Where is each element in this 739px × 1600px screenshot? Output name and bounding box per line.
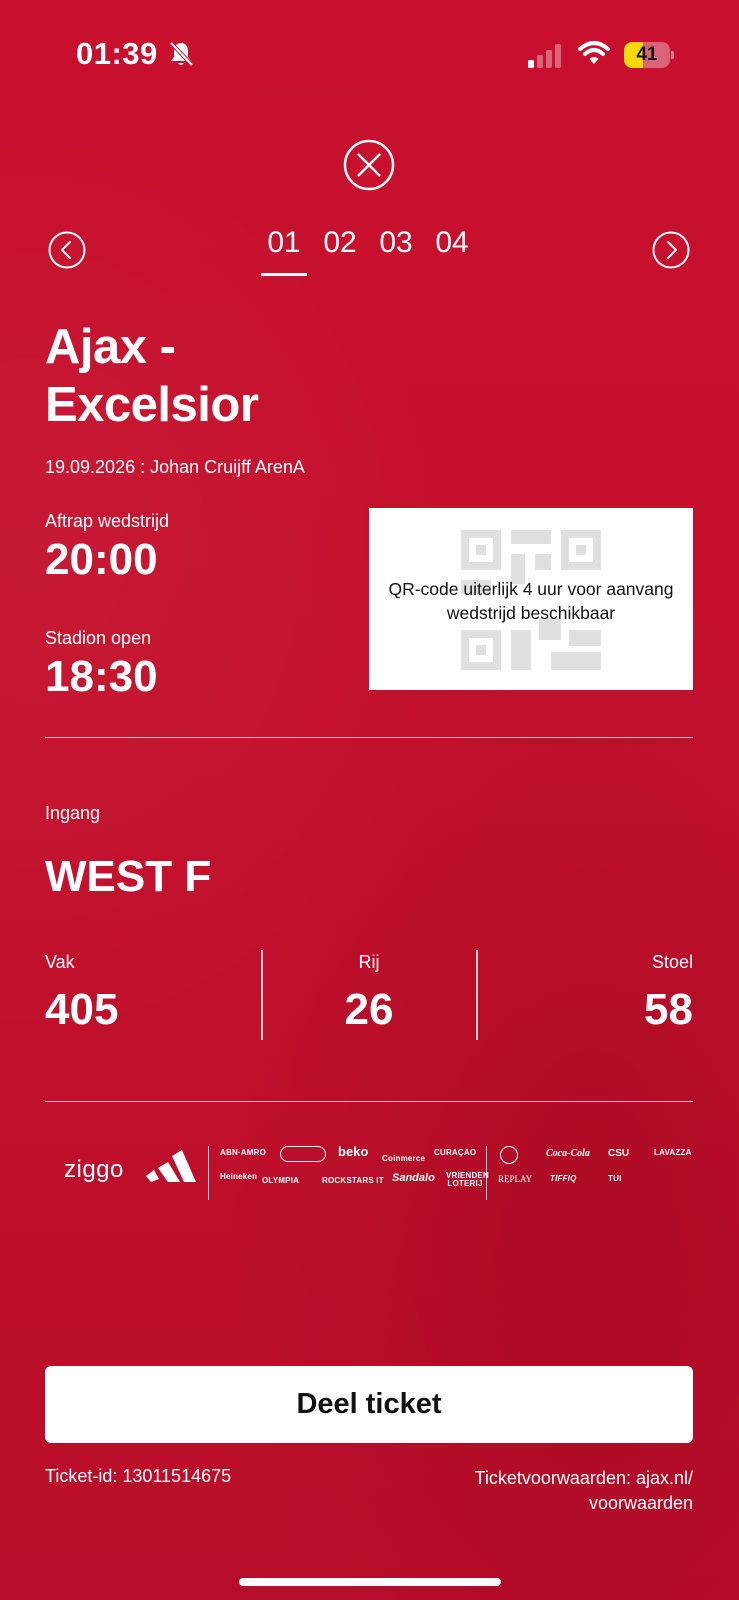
sponsor-lavazza: LAVAZZA <box>654 1148 692 1157</box>
status-time: 01:39 <box>76 36 158 71</box>
match-date-venue: 19.09.2026 : Johan Cruijff ArenA <box>45 457 305 477</box>
entrance-value: WEST F <box>45 852 212 901</box>
sponsor-separator-1 <box>208 1146 209 1200</box>
sponsor-abn-amro: ABN·AMRO <box>220 1148 267 1157</box>
stadium-open-time: 18:30 <box>45 652 158 701</box>
row-value: 26 <box>344 985 394 1034</box>
match-title-line1: Ajax - <box>45 320 176 374</box>
section-label: Vak <box>45 952 75 972</box>
seat-label: Stoel <box>651 952 693 972</box>
sponsor-separator-2 <box>486 1146 487 1200</box>
sponsor-sandalo: Sandalo <box>392 1172 435 1184</box>
sponsor-curacao: CURAÇAO <box>434 1148 477 1157</box>
terms-line1: Ticketvoorwaarden: ajax.nl/ <box>474 1468 693 1488</box>
tab-02[interactable]: 02 <box>318 226 362 276</box>
sponsor-heineken: Heineken <box>220 1172 258 1181</box>
chevron-left-circle-icon <box>48 231 86 269</box>
close-button[interactable] <box>343 139 395 191</box>
tab-04[interactable]: 04 <box>430 226 474 276</box>
battery-icon: 41 <box>624 42 674 68</box>
sponsor-badge-logo <box>280 1146 326 1162</box>
ziggo-logo: ziggo <box>64 1156 124 1183</box>
sponsor-rockstars-it: ROCKSTARS IT <box>322 1176 384 1185</box>
sponsor-tui: TUI <box>608 1174 622 1183</box>
sponsor-tiffiq: TIFFIQ <box>550 1174 577 1183</box>
sponsor-replay: REPLAY <box>498 1174 533 1184</box>
bmw-logo-icon <box>500 1146 518 1164</box>
sponsor-olympia: OLYMPIA <box>262 1176 300 1185</box>
sponsor-logos: ziggo ABN·AMRO beko Coinmerce CURAÇAO He… <box>62 1142 694 1202</box>
divider-top <box>45 737 693 738</box>
seat-separator-2 <box>476 950 478 1040</box>
section-value: 405 <box>45 985 119 1034</box>
previous-ticket-button[interactable] <box>48 231 86 269</box>
terms-line2: voorwaarden <box>588 1493 693 1513</box>
sponsor-beko: beko <box>338 1144 369 1159</box>
sponsor-csu: CSU <box>608 1148 630 1159</box>
entrance-label: Ingang <box>45 803 101 823</box>
stadium-open-label: Stadion open <box>45 628 152 648</box>
qr-availability-message: QR-code uiterlijk 4 uur voor aanvang wed… <box>388 579 674 623</box>
match-title-line2: Excelsior <box>45 378 259 432</box>
match-title: Ajax - Excelsior <box>45 318 405 434</box>
row-label: Rij <box>358 952 380 972</box>
qr-code-placeholder: QR-code uiterlijk 4 uur voor aanvang wed… <box>369 508 693 690</box>
seat-value: 58 <box>644 985 693 1034</box>
chevron-right-circle-icon <box>652 231 690 269</box>
home-indicator[interactable] <box>239 1578 501 1586</box>
close-circle-x-icon <box>343 139 395 191</box>
kickoff-label: Aftrap wedstrijd <box>45 511 170 531</box>
share-ticket-button[interactable]: Deel ticket <box>45 1366 693 1443</box>
sponsor-vrienden-loterij: VRIENDEN LOTERIJ <box>446 1171 489 1188</box>
cellular-signal-icon <box>528 44 566 68</box>
battery-level-text: 41 <box>636 44 658 65</box>
tab-03[interactable]: 03 <box>374 226 418 276</box>
sponsor-coinmerce: Coinmerce <box>382 1154 426 1163</box>
terms-link[interactable]: Ticketvoorwaarden: ajax.nl/ voorwaarden <box>420 1466 693 1516</box>
tab-01[interactable]: 01 <box>261 226 307 276</box>
seat-separator-1 <box>261 950 263 1040</box>
kickoff-time: 20:00 <box>45 535 158 584</box>
sponsor-coca-cola: Coca-Cola <box>546 1148 590 1159</box>
adidas-logo-icon <box>146 1148 196 1189</box>
ticket-id: Ticket-id: 13011514675 <box>45 1466 232 1486</box>
divider-bottom <box>45 1101 693 1102</box>
bell-slash-icon <box>168 40 194 68</box>
next-ticket-button[interactable] <box>652 231 690 269</box>
ticket-tabs: 01 02 03 04 <box>261 226 474 276</box>
wifi-icon <box>578 40 610 66</box>
